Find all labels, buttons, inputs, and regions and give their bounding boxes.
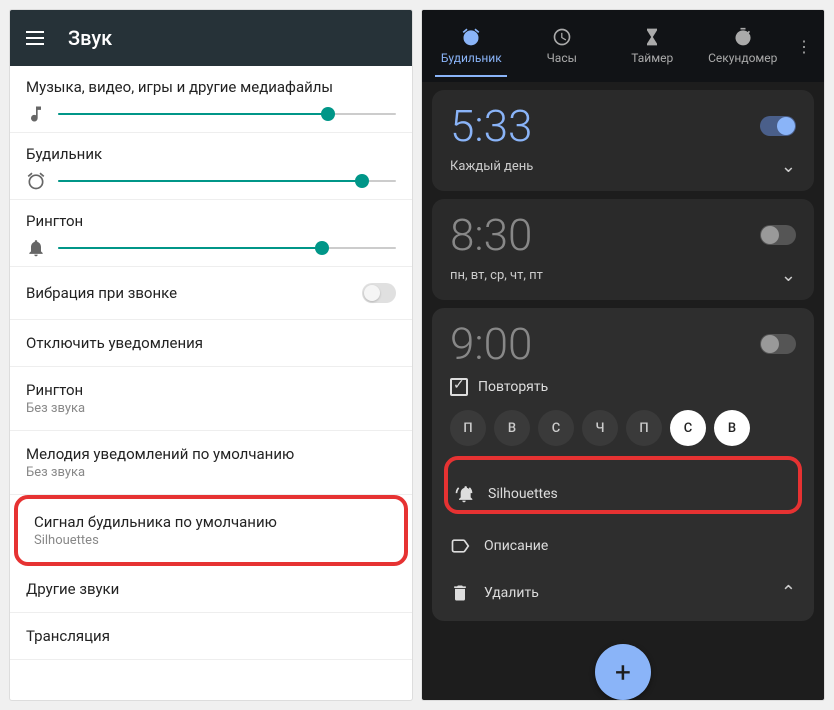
dnd-row[interactable]: Отключить уведомления bbox=[10, 320, 412, 367]
alarm-label-row[interactable]: Описание bbox=[450, 532, 796, 560]
alarm-time[interactable]: 9:00 bbox=[450, 322, 532, 366]
ringtone-volume-slider[interactable] bbox=[58, 247, 396, 249]
alarm-ringtone-row[interactable]: Silhouettes bbox=[454, 480, 792, 508]
tab-stopwatch[interactable]: Секундомер bbox=[698, 19, 789, 73]
alarm-toggle[interactable] bbox=[760, 116, 796, 136]
alarm-time[interactable]: 8:30 bbox=[450, 213, 532, 257]
alarm-volume-row[interactable]: Будильник bbox=[10, 133, 412, 200]
media-volume-label: Музыка, видео, игры и другие медиафайлы bbox=[26, 78, 396, 96]
bell-icon bbox=[26, 238, 46, 258]
ringtone-volume-label: Рингтон bbox=[26, 212, 396, 230]
stopwatch-tab-icon bbox=[733, 27, 753, 47]
chevron-up-icon[interactable]: ⌃ bbox=[781, 582, 796, 603]
chevron-down-icon[interactable]: ⌄ bbox=[781, 156, 796, 177]
notification-sound-row[interactable]: Мелодия уведомлений по умолчанию Без зву… bbox=[10, 431, 412, 495]
vibrate-on-call-row[interactable]: Вибрация при звонке bbox=[10, 267, 412, 320]
label-icon bbox=[450, 536, 470, 556]
trash-icon bbox=[450, 583, 470, 603]
highlight-annotation-2: Silhouettes bbox=[444, 456, 802, 514]
sound-settings-screen: Звук Музыка, видео, игры и другие медиаф… bbox=[10, 10, 412, 700]
media-volume-slider[interactable] bbox=[58, 113, 396, 115]
tab-timer[interactable]: Таймер bbox=[607, 19, 698, 73]
alarm-list: 5:33 Каждый день ⌄ 8:30 пн, вт, ср, чт, … bbox=[422, 82, 824, 668]
cast-row[interactable]: Трансляция bbox=[10, 613, 412, 660]
day-chip-wed[interactable]: С bbox=[538, 410, 574, 446]
alarm-card-1[interactable]: 8:30 пн, вт, ср, чт, пт ⌄ bbox=[432, 199, 814, 300]
music-note-icon bbox=[26, 104, 46, 124]
chevron-down-icon[interactable]: ⌄ bbox=[781, 265, 796, 286]
alarm-volume-slider[interactable] bbox=[58, 180, 396, 182]
menu-icon[interactable] bbox=[26, 31, 44, 45]
day-chip-mon[interactable]: П bbox=[450, 410, 486, 446]
day-chip-thu[interactable]: Ч bbox=[582, 410, 618, 446]
overflow-menu-icon[interactable]: ⋮ bbox=[788, 29, 820, 64]
default-alarm-sound-row[interactable]: Сигнал будильника по умолчанию Silhouett… bbox=[18, 499, 404, 562]
alarm-delete-row[interactable]: Удалить ⌃ bbox=[450, 578, 796, 607]
repeat-checkbox[interactable] bbox=[450, 378, 468, 396]
page-title: Звук bbox=[68, 26, 112, 50]
clock-app-screen: Будильник Часы Таймер Секундомер ⋮ 5:33 … bbox=[422, 10, 824, 700]
clock-tab-icon bbox=[552, 27, 572, 47]
day-chip-sun[interactable]: В bbox=[714, 410, 750, 446]
media-volume-row[interactable]: Музыка, видео, игры и другие медиафайлы bbox=[10, 66, 412, 133]
vibrate-label: Вибрация при звонке bbox=[26, 284, 177, 302]
repeat-row[interactable]: Повторять bbox=[450, 378, 796, 396]
alarm-card-2-expanded: 9:00 Повторять П В С Ч П С В Silhouettes bbox=[432, 308, 814, 621]
alarm-schedule: Каждый день bbox=[450, 159, 533, 174]
highlight-annotation: Сигнал будильника по умолчанию Silhouett… bbox=[14, 495, 408, 566]
alarm-toggle[interactable] bbox=[760, 225, 796, 245]
ringtone-icon bbox=[454, 484, 474, 504]
alarm-card-0[interactable]: 5:33 Каждый день ⌄ bbox=[432, 90, 814, 191]
vibrate-switch[interactable] bbox=[362, 283, 396, 303]
alarm-icon bbox=[26, 171, 46, 191]
add-alarm-fab[interactable]: + bbox=[595, 644, 651, 700]
other-sounds-row[interactable]: Другие звуки bbox=[10, 566, 412, 613]
alarm-time[interactable]: 5:33 bbox=[450, 104, 532, 148]
ringtone-pref-row[interactable]: Рингтон Без звука bbox=[10, 367, 412, 431]
app-bar: Звук bbox=[10, 10, 412, 66]
alarm-schedule: пн, вт, ср, чт, пт bbox=[450, 268, 543, 283]
day-chip-sat[interactable]: С bbox=[670, 410, 706, 446]
day-chip-tue[interactable]: В bbox=[494, 410, 530, 446]
alarm-toggle[interactable] bbox=[760, 334, 796, 354]
tab-clock[interactable]: Часы bbox=[517, 19, 608, 73]
timer-tab-icon bbox=[642, 27, 662, 47]
tab-alarm[interactable]: Будильник bbox=[426, 19, 517, 73]
alarm-tab-icon bbox=[461, 27, 481, 47]
day-chip-fri[interactable]: П bbox=[626, 410, 662, 446]
clock-tabs: Будильник Часы Таймер Секундомер ⋮ bbox=[422, 10, 824, 82]
day-chips: П В С Ч П С В bbox=[450, 410, 796, 446]
ringtone-volume-row[interactable]: Рингтон bbox=[10, 200, 412, 267]
alarm-volume-label: Будильник bbox=[26, 145, 396, 163]
